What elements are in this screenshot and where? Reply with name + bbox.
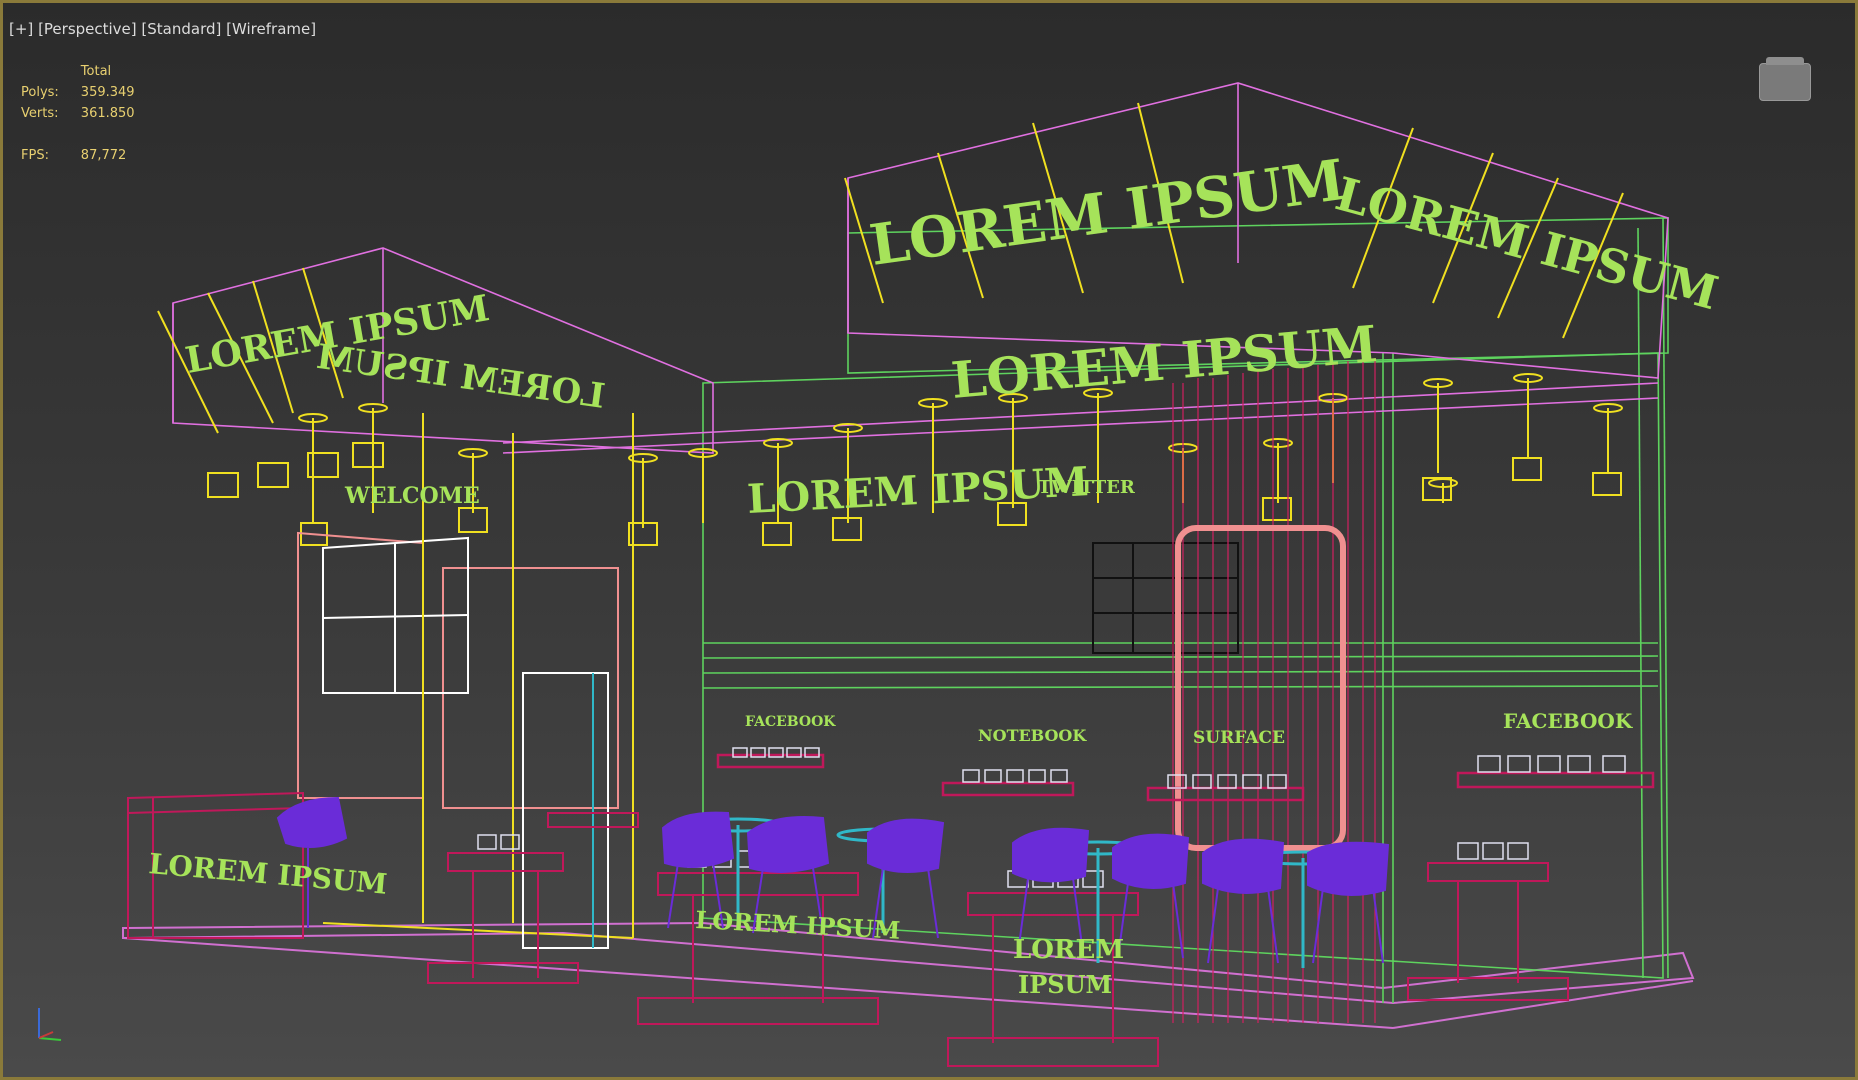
viewport-menu-shading[interactable]: [Standard] xyxy=(141,20,221,38)
pendant-lights xyxy=(157,102,1624,498)
sign-surface: SURFACE xyxy=(1193,728,1285,748)
sign-fascia-main: LOREM IPSUM xyxy=(949,314,1380,410)
sign-welcome: WELCOME xyxy=(344,483,480,509)
stats-header: Total xyxy=(80,64,112,79)
stats-polys-value: 359.349 xyxy=(80,85,135,100)
sign-top-center: LOREM IPSUM xyxy=(866,147,1349,279)
sign-twitter: TWITTER xyxy=(1038,477,1136,498)
stats-verts-label: Verts: xyxy=(21,106,59,121)
sign-table-front-2: IPSUM xyxy=(1018,970,1112,999)
back-window xyxy=(1092,542,1239,654)
sign-top-right: LOREM IPSUM xyxy=(1330,166,1724,320)
sign-facebook-large: FACEBOOK xyxy=(1503,709,1633,733)
stats-verts-value: 361.850 xyxy=(80,106,135,121)
stats-polys-label: Polys: xyxy=(21,85,59,100)
sign-counter-left: LOREM IPSUM xyxy=(147,847,388,901)
sign-left-back-mirrored: LOREM IPSUM xyxy=(314,337,607,417)
stats-fps-value: 87,772 xyxy=(80,148,127,163)
viewport-menu-perspective[interactable]: [Perspective] xyxy=(38,20,137,38)
sign-table-front-1: LOREM xyxy=(1013,935,1124,965)
viewport-menu-display[interactable]: [Wireframe] xyxy=(226,20,316,38)
viewport-label: [+] [Perspective] [Standard] [Wireframe] xyxy=(9,20,316,38)
sign-notebook: NOTEBOOK xyxy=(978,726,1087,745)
sign-facebook-small: FACEBOOK xyxy=(745,714,836,730)
viewport-statistics: Total Polys: 359.349 Verts: 361.850 FPS: 87… xyxy=(21,61,157,166)
axis-tripod-icon xyxy=(38,1008,62,1041)
wireframe-scene[interactable]: LOREM IPSUM LOREM IPSUM LOREM IPSUM LORE… xyxy=(3,3,1855,1077)
viewport[interactable]: LOREM IPSUM LOREM IPSUM LOREM IPSUM LORE… xyxy=(0,0,1858,1080)
viewport-menu-plus[interactable]: [+] xyxy=(9,20,33,38)
sign-counter-center: LOREM IPSUM xyxy=(695,905,901,945)
stats-fps-label: FPS: xyxy=(21,148,49,163)
viewcube-top[interactable] xyxy=(1766,57,1804,65)
viewcube-icon[interactable] xyxy=(1759,57,1811,101)
